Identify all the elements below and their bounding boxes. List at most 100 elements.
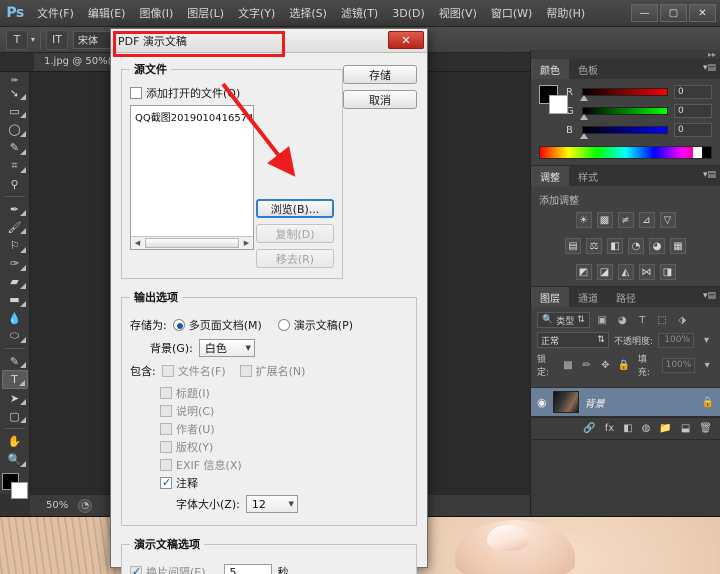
font-size-select[interactable]: 12 ▼ xyxy=(245,495,298,513)
filter-pixel-icon[interactable]: ▣ xyxy=(595,313,610,328)
move-tool[interactable]: ➘ xyxy=(2,84,28,102)
invert-icon[interactable]: ◩ xyxy=(575,264,592,280)
healing-brush-tool[interactable]: ✒ xyxy=(2,200,28,218)
annotations-box-icon[interactable] xyxy=(160,476,172,489)
color-background-swatch[interactable] xyxy=(549,95,568,114)
background-color-swatch[interactable] xyxy=(10,481,28,499)
crop-tool[interactable]: ⌗ xyxy=(2,157,28,175)
channel-r-slider[interactable] xyxy=(580,88,668,101)
brightness-contrast-icon[interactable]: ☀ xyxy=(575,212,592,228)
exposure-icon[interactable]: ⊿ xyxy=(638,212,655,228)
tab-layers[interactable]: 图层 xyxy=(531,287,569,307)
color-spectrum-ramp[interactable] xyxy=(539,146,712,159)
link-layers-icon[interactable]: 🔗 xyxy=(583,423,595,434)
menu-file[interactable]: 文件(F) xyxy=(30,0,81,27)
close-button[interactable]: ✕ xyxy=(689,4,716,22)
channel-r-value[interactable]: 0 xyxy=(674,85,712,99)
photo-filter-icon[interactable]: ◔ xyxy=(628,238,644,254)
copyright-box-icon[interactable] xyxy=(160,441,172,453)
save-button[interactable]: 存储 xyxy=(343,65,417,84)
menu-layer[interactable]: 图层(L) xyxy=(180,0,231,27)
scroll-left-icon[interactable]: ◀ xyxy=(131,237,144,249)
pen-tool[interactable]: ✎ xyxy=(2,352,28,370)
tool-preset-caret-icon[interactable]: ▾ xyxy=(31,35,35,44)
menu-view[interactable]: 视图(V) xyxy=(432,0,484,27)
blur-tool[interactable]: 💧 xyxy=(2,309,28,327)
save-as-presentation-radio[interactable]: 演示文稿(P) xyxy=(277,317,353,333)
author-box-icon[interactable] xyxy=(160,423,172,435)
include-annotations-checkbox[interactable]: 注释 xyxy=(160,475,408,491)
minimize-button[interactable]: — xyxy=(631,4,658,22)
maximize-button[interactable]: ▢ xyxy=(660,4,687,22)
black-white-icon[interactable]: ◧ xyxy=(607,238,623,254)
advance-every-checkbox[interactable]: 换片间隔(E) xyxy=(130,564,206,574)
curves-icon[interactable]: ≠ xyxy=(617,212,634,228)
tab-styles[interactable]: 样式 xyxy=(569,166,607,186)
filter-type-icon[interactable]: T xyxy=(635,313,650,328)
new-group-icon[interactable]: 📁 xyxy=(659,423,671,434)
lock-all-icon[interactable]: 🔒 xyxy=(617,358,631,373)
tab-paths[interactable]: 路径 xyxy=(607,287,645,307)
advance-seconds-input[interactable]: 5 xyxy=(223,563,272,574)
lock-position-icon[interactable]: ✥ xyxy=(599,358,613,373)
multipage-radio-icon[interactable] xyxy=(172,319,185,331)
dock-collapse-icon[interactable]: ▸▸ xyxy=(531,50,720,59)
lock-image-pixels-icon[interactable]: ✏ xyxy=(580,358,594,373)
remove-button[interactable]: 移去(R) xyxy=(256,249,334,268)
adjustments-panel-menu-icon[interactable]: ▾▤ xyxy=(703,170,716,180)
fill-caret-icon[interactable]: ▾ xyxy=(700,358,714,373)
layer-style-icon[interactable]: fx xyxy=(605,423,614,434)
tools-panel-grip-icon[interactable]: ▸▸ xyxy=(11,75,18,84)
zoom-tool[interactable]: 🔍 xyxy=(2,450,28,468)
duplicate-button[interactable]: 复制(D) xyxy=(256,224,334,243)
new-adjustment-layer-icon[interactable]: ◍ xyxy=(642,423,651,434)
clone-stamp-tool[interactable]: ⚐ xyxy=(2,236,28,254)
include-description-checkbox[interactable]: 说明(C) xyxy=(160,403,408,419)
tab-channels[interactable]: 通道 xyxy=(569,287,607,307)
color-panel-menu-icon[interactable]: ▾▤ xyxy=(703,63,716,73)
include-author-checkbox[interactable]: 作者(U) xyxy=(160,421,408,437)
source-files-hscrollbar[interactable]: ◀ ▶ xyxy=(131,236,253,249)
include-exif-checkbox[interactable]: EXIF 信息(X) xyxy=(160,457,408,473)
channel-g-value[interactable]: 0 xyxy=(674,104,712,118)
menu-edit[interactable]: 编辑(E) xyxy=(81,0,133,27)
include-copyright-checkbox[interactable]: 版权(Y) xyxy=(160,439,408,455)
browse-button[interactable]: 浏览(B)... xyxy=(256,199,334,218)
color-panel-swatches[interactable] xyxy=(539,85,568,115)
marquee-tool[interactable]: ▭ xyxy=(2,102,28,120)
dialog-close-button[interactable]: ✕ xyxy=(388,31,424,49)
status-info-icon[interactable]: ◔ xyxy=(78,498,93,513)
layer-row-background[interactable]: ◉ 背景 🔒 xyxy=(531,387,720,417)
menu-3d[interactable]: 3D(D) xyxy=(385,0,432,27)
filter-shape-icon[interactable]: ⬚ xyxy=(655,313,670,328)
rectangle-tool[interactable]: ▢ xyxy=(2,407,28,425)
add-open-files-box-icon[interactable] xyxy=(130,87,142,99)
menu-type[interactable]: 文字(Y) xyxy=(231,0,282,27)
posterize-icon[interactable]: ◪ xyxy=(596,264,613,280)
description-box-icon[interactable] xyxy=(160,405,172,417)
history-brush-tool[interactable]: ✑ xyxy=(2,255,28,273)
channel-r-thumb-icon[interactable] xyxy=(580,95,588,101)
source-files-list[interactable]: QQ截图20190104165742.jp ◀ ▶ xyxy=(130,105,254,250)
extension-box-icon[interactable] xyxy=(239,365,252,377)
lasso-tool[interactable]: ◯ xyxy=(2,120,28,138)
presentation-radio-icon[interactable] xyxy=(277,319,290,331)
active-tool-preset[interactable]: T ▾ xyxy=(6,29,35,50)
text-orientation-icon[interactable]: IT xyxy=(46,29,69,50)
dodge-tool[interactable]: ⬭ xyxy=(2,327,28,345)
tab-swatches[interactable]: 色板 xyxy=(569,59,607,79)
hand-tool[interactable]: ✋ xyxy=(2,432,28,450)
menu-filter[interactable]: 滤镜(T) xyxy=(334,0,385,27)
save-as-multipage-radio[interactable]: 多页面文档(M) xyxy=(172,317,262,333)
levels-icon[interactable]: ▩ xyxy=(596,212,613,228)
blend-mode-select[interactable]: 正常 ⇅ xyxy=(537,332,609,348)
eraser-tool[interactable]: ▰ xyxy=(2,273,28,291)
background-select[interactable]: 白色 ▼ xyxy=(198,339,255,357)
menu-help[interactable]: 帮助(H) xyxy=(539,0,592,27)
vibrance-icon[interactable]: ▽ xyxy=(659,212,676,228)
quick-selection-tool[interactable]: ✎ xyxy=(2,139,28,157)
channel-g-slider[interactable] xyxy=(580,107,668,120)
advance-every-box-icon[interactable] xyxy=(130,565,142,574)
opacity-caret-icon[interactable]: ▾ xyxy=(699,333,714,348)
include-title-checkbox[interactable]: 标题(I) xyxy=(160,385,408,401)
